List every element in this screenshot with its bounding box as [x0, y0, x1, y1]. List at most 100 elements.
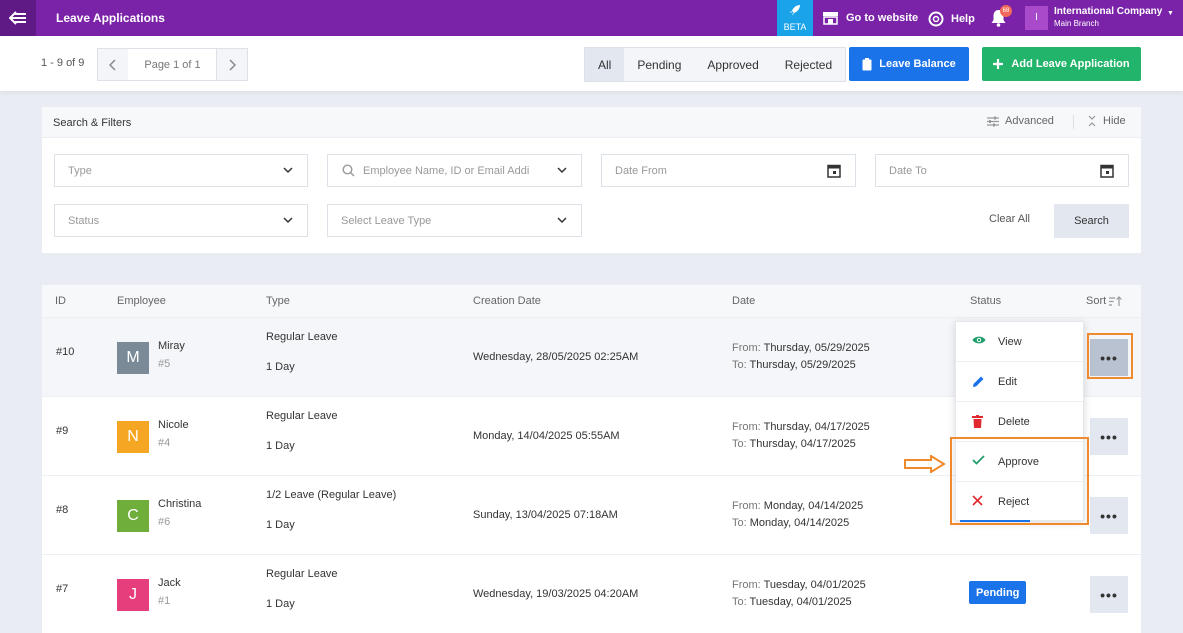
more-actions-button[interactable]: ••• — [1090, 576, 1128, 613]
sort-label: Sort — [1086, 295, 1107, 307]
tab-rejected[interactable]: Rejected — [772, 48, 845, 81]
pencil-icon — [973, 376, 984, 387]
plus-icon — [993, 59, 1004, 69]
company-avatar[interactable]: I — [1025, 6, 1048, 30]
from-value: Tuesday, 04/01/2025 — [763, 579, 866, 591]
view-label: View — [998, 335, 1022, 348]
highlight-box-more-button — [1087, 333, 1133, 379]
result-count: 1 - 9 of 9 — [41, 57, 85, 69]
date-from: From: Thursday, 04/17/2025 — [732, 421, 870, 433]
status-select[interactable]: Status — [54, 204, 308, 237]
help-link[interactable]: Help — [928, 11, 975, 27]
employee-name[interactable]: Jack — [158, 577, 181, 589]
tab-approved[interactable]: Approved — [694, 48, 771, 81]
from-label: From: — [732, 342, 761, 354]
employee-name[interactable]: Miray — [158, 340, 185, 352]
lifebuoy-icon — [928, 11, 944, 27]
to-value: Thursday, 04/17/2025 — [749, 438, 856, 450]
prev-page-button[interactable] — [97, 48, 129, 81]
add-leave-application-button[interactable]: Add Leave Application — [982, 47, 1141, 81]
notification-count-badge: 68 — [1000, 5, 1012, 17]
to-label: To: — [732, 596, 747, 608]
menu-item-view[interactable]: View — [956, 322, 1083, 362]
header-date: Date — [732, 295, 756, 307]
creation-date: Wednesday, 19/03/2025 04:20AM — [473, 588, 639, 600]
menu-toggle-button[interactable] — [0, 0, 36, 36]
leave-type: Regular Leave — [266, 568, 338, 580]
calendar-icon — [827, 164, 841, 178]
date-from-input[interactable]: Date From — [601, 154, 856, 187]
to-label: To: — [732, 517, 747, 529]
header-employee: Employee — [117, 295, 166, 307]
to-value: Tuesday, 04/01/2025 — [749, 596, 852, 608]
hide-filters-button[interactable]: Hide — [1087, 115, 1126, 127]
type-select[interactable]: Type — [54, 154, 308, 187]
more-actions-button[interactable]: ••• — [1090, 497, 1128, 534]
avatar: J — [117, 579, 149, 611]
branch-name: Main Branch — [1054, 19, 1099, 28]
employee-placeholder: Employee Name, ID or Email Addi — [363, 164, 530, 177]
toolbar: 1 - 9 of 9 Page 1 of 1 All Pending Appro… — [0, 36, 1183, 91]
caret-down-icon[interactable]: ▼ — [1167, 10, 1174, 17]
back-arrow-icon — [9, 11, 26, 25]
top-bar: Leave Applications BETA Go to website He… — [0, 0, 1183, 36]
employee-name[interactable]: Nicole — [158, 419, 189, 431]
menu-item-delete[interactable]: Delete — [956, 402, 1083, 442]
table-row[interactable]: #7 J Jack #1 Regular Leave 1 Day Wednesd… — [42, 555, 1141, 633]
from-value: Thursday, 05/29/2025 — [763, 342, 870, 354]
to-value: Thursday, 05/29/2025 — [749, 359, 856, 371]
date-from-placeholder: Date From — [615, 164, 667, 177]
calendar-icon — [1100, 164, 1114, 178]
leave-type-placeholder: Select Leave Type — [341, 214, 432, 227]
eye-icon — [972, 336, 986, 344]
leave-duration: 1 Day — [266, 361, 295, 373]
go-to-website-link[interactable]: Go to website — [822, 11, 918, 25]
status-badge: Pending — [969, 581, 1027, 604]
advanced-filter-button[interactable]: Advanced — [987, 115, 1054, 127]
leave-balance-button[interactable]: Leave Balance — [849, 47, 969, 81]
avatar: C — [117, 500, 149, 532]
employee-search-select[interactable]: Employee Name, ID or Email Addi — [327, 154, 582, 187]
creation-date: Monday, 14/04/2025 05:55AM — [473, 430, 620, 442]
help-label: Help — [951, 13, 975, 25]
table-header: ID Employee Type Creation Date Date Stat… — [42, 285, 1141, 318]
search-filters-panel: Search & Filters Advanced Hide Type Empl… — [42, 107, 1141, 253]
tab-pending[interactable]: Pending — [624, 48, 694, 81]
more-actions-button[interactable]: ••• — [1090, 418, 1128, 455]
chevron-right-icon — [229, 58, 236, 71]
store-icon — [823, 12, 838, 25]
arrow-right-icon — [904, 455, 946, 473]
sort-icon — [1109, 295, 1123, 306]
row-id: #8 — [56, 504, 69, 516]
search-button[interactable]: Search — [1054, 204, 1129, 238]
go-to-website-label: Go to website — [846, 12, 919, 24]
rocket-icon — [790, 5, 800, 15]
company-name[interactable]: International Company — [1054, 6, 1162, 17]
chevron-down-icon — [557, 217, 567, 224]
to-label: To: — [732, 438, 747, 450]
date-to-input[interactable]: Date To — [875, 154, 1129, 187]
employee-name[interactable]: Christina — [158, 498, 201, 510]
leave-type-select[interactable]: Select Leave Type — [327, 204, 582, 237]
row-id: #9 — [56, 425, 69, 437]
tab-all[interactable]: All — [585, 48, 625, 81]
sliders-icon — [987, 116, 999, 126]
clear-all-button[interactable]: Clear All — [989, 213, 1030, 225]
page-indicator: Page 1 of 1 — [128, 48, 217, 81]
filters-title: Search & Filters — [53, 117, 132, 129]
date-to-placeholder: Date To — [889, 164, 927, 177]
chevron-down-icon — [557, 167, 567, 174]
beta-button[interactable]: BETA — [777, 0, 813, 36]
status-placeholder: Status — [68, 214, 100, 227]
sort-button[interactable]: Sort — [1086, 295, 1123, 307]
add-leave-label: Add Leave Application — [1011, 58, 1130, 70]
menu-item-edit[interactable]: Edit — [956, 362, 1083, 402]
date-from: From: Tuesday, 04/01/2025 — [732, 579, 866, 591]
header-status: Status — [970, 295, 1002, 307]
next-page-button[interactable] — [216, 48, 248, 81]
delete-label: Delete — [998, 415, 1030, 428]
from-label: From: — [732, 421, 761, 433]
leave-type: Regular Leave — [266, 410, 338, 422]
creation-date: Wednesday, 28/05/2025 02:25AM — [473, 351, 639, 363]
employee-number: #5 — [158, 358, 171, 370]
